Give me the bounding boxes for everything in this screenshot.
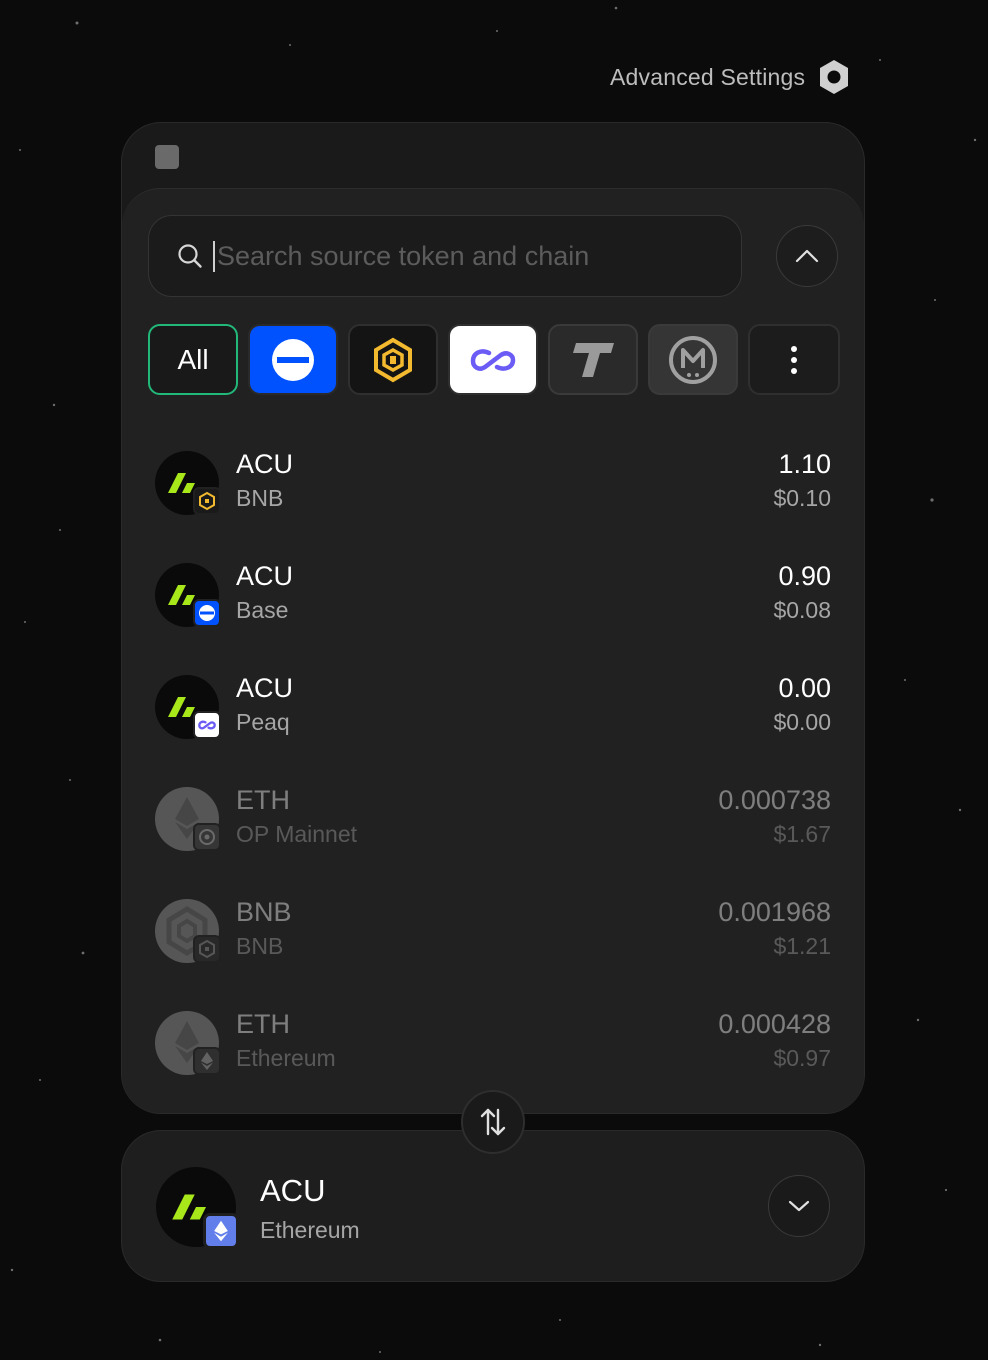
chain-filter-peaq[interactable] <box>448 324 538 395</box>
token-balance: 0.001968 <box>718 897 831 927</box>
token-usd-value: $1.67 <box>773 821 831 847</box>
advanced-settings-button[interactable]: Advanced Settings <box>610 58 851 96</box>
swap-arrows-icon <box>480 1108 506 1136</box>
destination-token-chain: Ethereum <box>260 1217 360 1243</box>
chevron-up-icon <box>795 249 819 263</box>
hexagon-gear-icon <box>820 60 849 94</box>
search-input[interactable] <box>213 240 713 272</box>
token-balance: 0.00 <box>778 673 831 703</box>
more-vertical-icon <box>791 345 797 374</box>
ethereum-chain-badge-icon <box>203 1213 239 1249</box>
m-chain-icon <box>669 335 717 384</box>
ethereum-chain-badge-icon <box>193 1047 221 1075</box>
token-row[interactable]: ACU Peaq 0.00 $0.00 <box>122 643 864 755</box>
chevron-down-icon <box>788 1200 810 1212</box>
token-chain: BNB <box>236 485 284 511</box>
token-row[interactable]: ACU Base 0.90 $0.08 <box>122 531 864 643</box>
token-chain: Base <box>236 597 289 623</box>
chain-filter-m[interactable] <box>648 324 738 395</box>
token-balance: 1.10 <box>778 449 831 479</box>
card-indicator-square <box>155 145 179 169</box>
token-chain: Ethereum <box>236 1045 336 1071</box>
token-usd-value: $0.08 <box>773 597 831 623</box>
chain-filter-t[interactable] <box>548 324 638 395</box>
collapse-button[interactable] <box>776 225 838 287</box>
token-selector-panel: All <box>122 188 864 1113</box>
bnb-chain-badge-icon <box>193 487 221 515</box>
token-usd-value: $0.10 <box>773 485 831 511</box>
token-list: ACU BNB 1.10 $0.10 ACU Base 0.90 $0.08 A… <box>122 419 864 1091</box>
base-chain-badge-icon <box>193 599 221 627</box>
token-usd-value: $1.21 <box>773 933 831 959</box>
search-icon <box>178 244 202 268</box>
chain-filter-all-label: All <box>177 343 209 375</box>
token-usd-value: $0.97 <box>773 1045 831 1071</box>
chain-filter-all[interactable]: All <box>148 324 238 395</box>
token-chain: BNB <box>236 933 284 959</box>
t-chain-icon <box>573 342 614 377</box>
chain-filter-base[interactable] <box>248 324 338 395</box>
token-symbol: ACU <box>236 561 294 591</box>
destination-token-symbol: ACU <box>260 1173 326 1208</box>
swap-direction-button[interactable] <box>461 1090 525 1154</box>
token-balance: 0.90 <box>778 561 831 591</box>
token-chain: OP Mainnet <box>236 821 358 847</box>
advanced-settings-label: Advanced Settings <box>610 63 806 90</box>
search-box[interactable] <box>148 215 742 297</box>
peaq-chain-icon <box>470 348 516 371</box>
chain-filter-bnb[interactable] <box>348 324 438 395</box>
source-token-card: All <box>121 122 865 1114</box>
token-symbol: ACU <box>236 673 294 703</box>
token-symbol: ACU <box>236 449 294 479</box>
token-row[interactable]: BNB BNB 0.001968 $1.21 <box>122 867 864 979</box>
bnb-chain-icon <box>374 337 412 382</box>
chain-filter-more[interactable] <box>748 324 840 395</box>
token-balance: 0.000428 <box>718 1009 831 1039</box>
token-symbol: BNB <box>236 897 292 927</box>
destination-expand-button[interactable] <box>768 1175 830 1237</box>
token-row[interactable]: ETH OP Mainnet 0.000738 $1.67 <box>122 755 864 867</box>
token-row[interactable]: ACU BNB 1.10 $0.10 <box>122 419 864 531</box>
token-symbol: ETH <box>236 785 290 815</box>
chain-filter-bar: All <box>148 324 840 395</box>
token-chain: Peaq <box>236 709 290 735</box>
token-row[interactable]: ETH Ethereum 0.000428 $0.97 <box>122 979 864 1091</box>
token-symbol: ETH <box>236 1009 290 1039</box>
token-balance: 0.000738 <box>718 785 831 815</box>
op-mainnet-chain-badge-icon <box>193 823 221 851</box>
base-chain-icon <box>272 338 314 381</box>
token-usd-value: $0.00 <box>773 709 831 735</box>
peaq-chain-badge-icon <box>193 711 221 739</box>
bnb-chain-badge-icon <box>193 935 221 963</box>
